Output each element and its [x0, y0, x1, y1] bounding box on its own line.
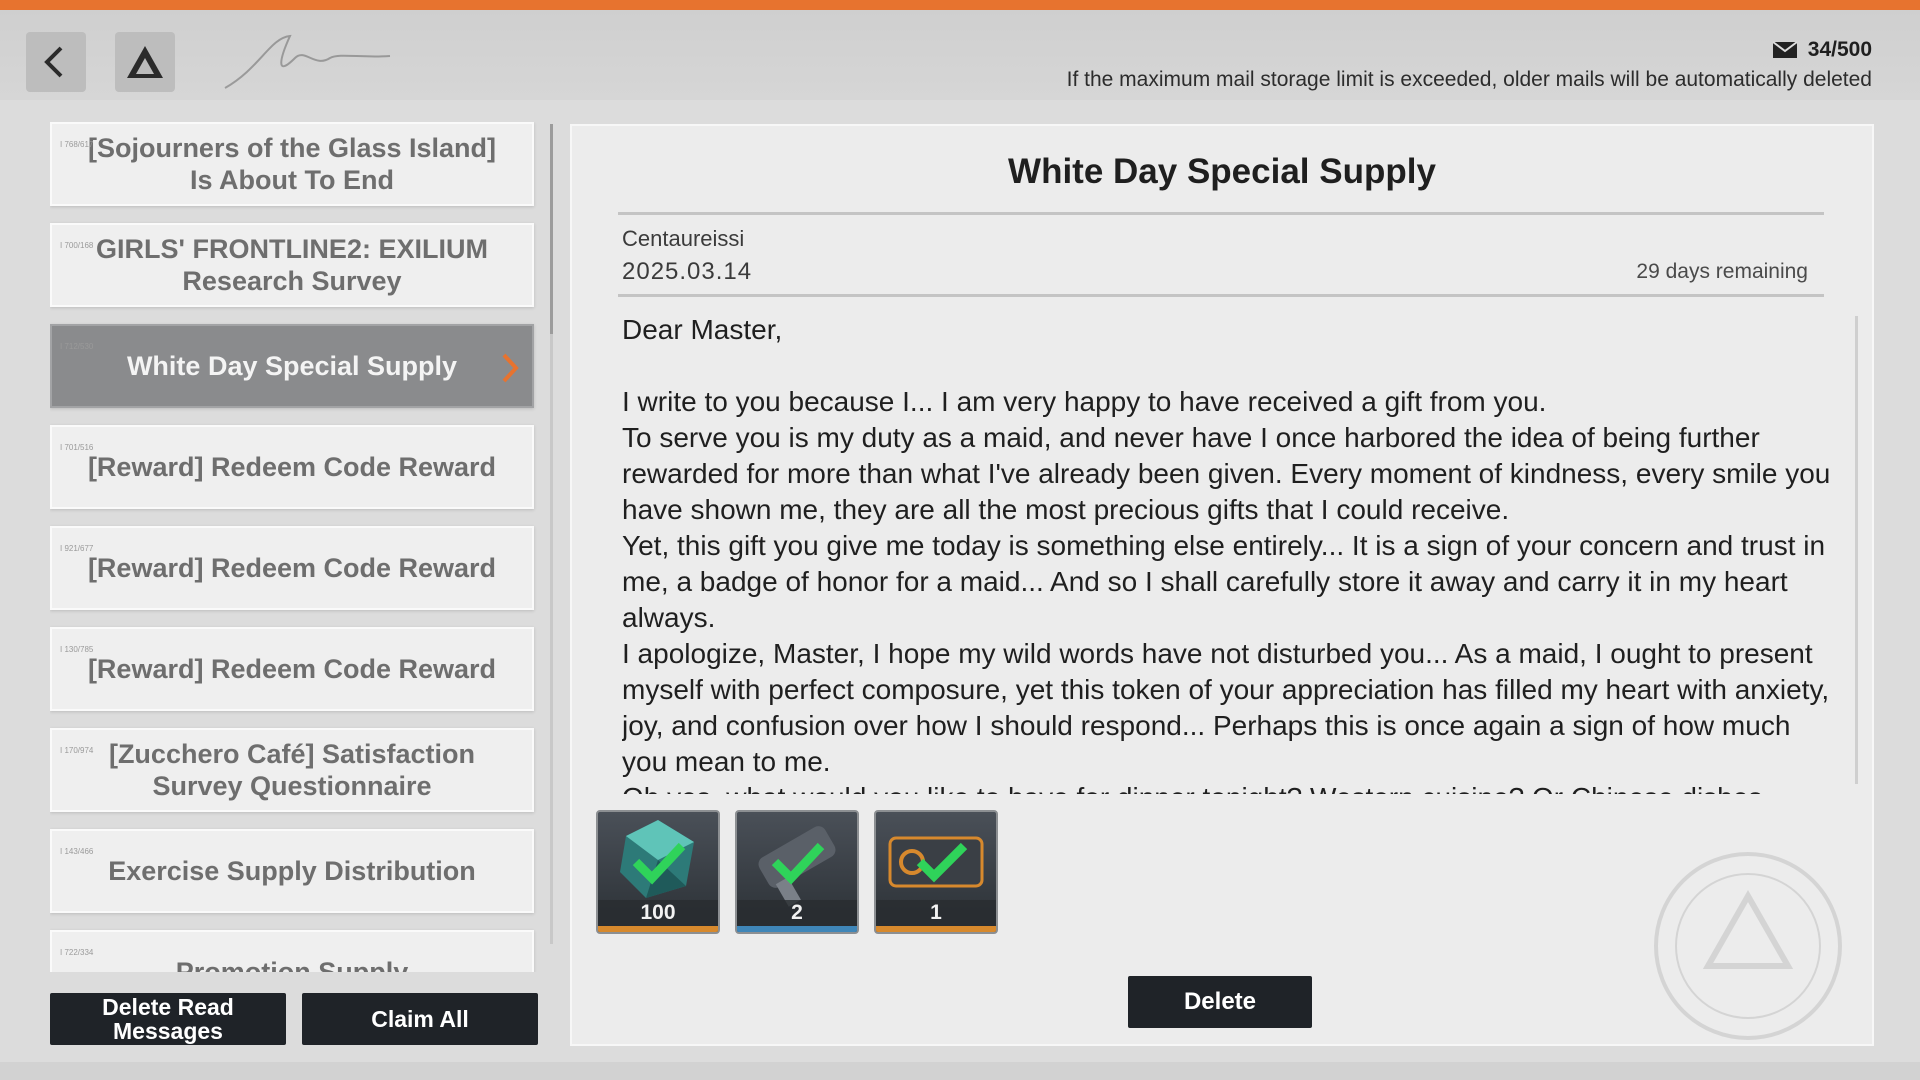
- footer-strip: [0, 1062, 1920, 1080]
- mail-sender: Centaureissi: [622, 226, 745, 251]
- storage-note: If the maximum mail storage limit is exc…: [1066, 68, 1872, 91]
- mail-date: 2025.03.14: [622, 258, 753, 285]
- item-tag: I 130/785: [60, 645, 94, 654]
- mail-list-item[interactable]: I 130/785 [Reward] Redeem Code Reward: [50, 627, 534, 711]
- home-logo-icon: [127, 46, 163, 78]
- mail-list-item-active[interactable]: I 712/530 White Day Special Supply: [50, 324, 534, 408]
- divider: [618, 294, 1824, 297]
- item-tag: I 701/516: [60, 443, 94, 452]
- rarity-stripe: [598, 926, 718, 932]
- reward-quantity: 100: [598, 900, 718, 926]
- mail-list-item[interactable]: I 921/677 [Reward] Redeem Code Reward: [50, 526, 534, 610]
- mail-count: 34/500: [1772, 38, 1872, 62]
- mail-item-title: [Reward] Redeem Code Reward: [87, 452, 497, 482]
- mail-item-title: [Reward] Redeem Code Reward: [87, 654, 497, 684]
- mail-detail-panel: White Day Special Supply Centaureissi 20…: [570, 124, 1874, 1046]
- rarity-stripe: [737, 926, 857, 932]
- reward-quantity: 2: [737, 900, 857, 926]
- card-icon: [888, 836, 984, 888]
- mail-paragraph: I write to you because I... I am very ha…: [622, 386, 1547, 417]
- mail-item-title: Promotion Supply: [175, 957, 409, 972]
- crystal-icon: [620, 820, 694, 898]
- mail-paragraph: [622, 348, 1832, 384]
- mail-remaining: 29 days remaining: [1636, 260, 1808, 283]
- reward-item[interactable]: 100: [596, 810, 720, 934]
- mail-item-title: [Reward] Redeem Code Reward: [87, 553, 497, 583]
- mail-list: I 768/617 [Sojourners of the Glass Islan…: [50, 122, 538, 972]
- mail-icon: [1772, 41, 1798, 58]
- item-tag: I 700/168: [60, 241, 94, 250]
- item-tag: I 921/677: [60, 544, 94, 553]
- mail-list-item[interactable]: I 170/974 [Zucchero Café] Satisfaction S…: [50, 728, 534, 812]
- mail-paragraph: Dear Master,: [622, 314, 783, 345]
- rarity-stripe: [876, 926, 996, 932]
- mail-body-scrollbar[interactable]: [1855, 316, 1858, 784]
- accent-top-bar: [0, 0, 1920, 10]
- item-tag: I 722/334: [60, 948, 94, 957]
- delete-read-button[interactable]: Delete Read Messages: [50, 993, 286, 1045]
- chevron-right-icon: [502, 353, 519, 383]
- key-icon: [758, 826, 836, 907]
- item-tag: I 712/530: [60, 342, 94, 351]
- item-tag: I 143/466: [60, 847, 94, 856]
- signature-decoration: [224, 34, 391, 89]
- reward-quantity: 1: [876, 900, 996, 926]
- claim-all-button[interactable]: Claim All: [302, 993, 538, 1045]
- home-button[interactable]: [115, 32, 175, 92]
- mail-paragraph: Yet, this gift you give me today is some…: [622, 530, 1826, 633]
- mail-list-item[interactable]: I 722/334 Promotion Supply: [50, 930, 534, 972]
- chevron-left-icon: [44, 46, 63, 78]
- mail-paragraph: To serve you is my duty as a maid, and n…: [622, 422, 1831, 525]
- mail-count-text: 34/500: [1807, 38, 1872, 61]
- mail-list-item[interactable]: I 143/466 Exercise Supply Distribution: [50, 829, 534, 913]
- mail-list-scroll-thumb[interactable]: [550, 124, 553, 334]
- mail-item-title: [Zucchero Café] Satisfaction Survey Ques…: [108, 739, 476, 801]
- header: 34/500 If the maximum mail storage limit…: [0, 10, 1920, 100]
- reward-item[interactable]: 1: [874, 810, 998, 934]
- back-button[interactable]: [26, 32, 86, 92]
- seal-watermark: [1654, 852, 1842, 1040]
- item-tag: I 170/974: [60, 746, 94, 755]
- divider: [618, 212, 1824, 215]
- mail-body[interactable]: Dear Master, I write to you because I...…: [622, 312, 1832, 794]
- mail-item-title: [Sojourners of the Glass Island] Is Abou…: [87, 133, 497, 195]
- delete-button[interactable]: Delete: [1128, 976, 1312, 1028]
- mail-item-title: White Day Special Supply: [126, 351, 458, 381]
- mail-item-title: GIRLS' FRONTLINE2: EXILIUM Research Surv…: [96, 234, 488, 296]
- mail-item-title: Exercise Supply Distribution: [108, 856, 476, 886]
- mail-title: White Day Special Supply: [1008, 152, 1436, 191]
- mail-paragraph: Oh yes, what would you like to have for …: [622, 780, 1832, 794]
- mail-list-item[interactable]: I 701/516 [Reward] Redeem Code Reward: [50, 425, 534, 509]
- mail-paragraph: I apologize, Master, I hope my wild word…: [622, 638, 1830, 777]
- mail-list-item[interactable]: I 700/168 GIRLS' FRONTLINE2: EXILIUM Res…: [50, 223, 534, 307]
- reward-item[interactable]: 2: [735, 810, 859, 934]
- mail-list-item[interactable]: I 768/617 [Sojourners of the Glass Islan…: [50, 122, 534, 206]
- item-tag: I 768/617: [60, 140, 94, 149]
